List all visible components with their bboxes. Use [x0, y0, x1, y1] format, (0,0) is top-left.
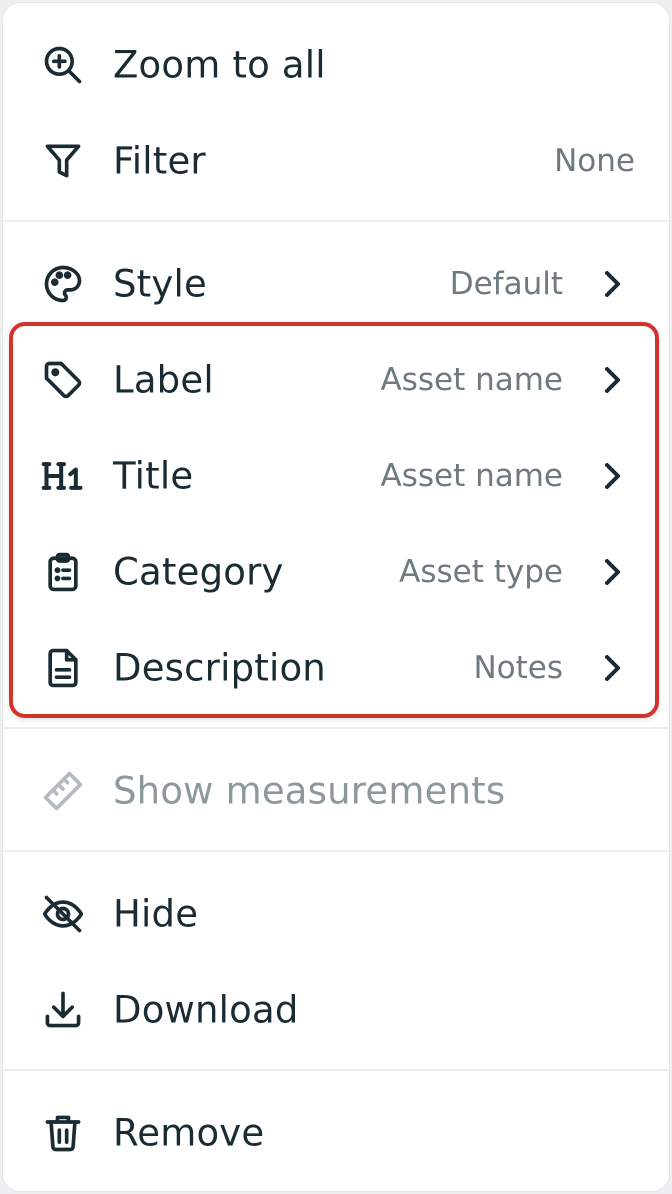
divider	[3, 727, 669, 729]
document-icon	[41, 646, 85, 690]
menu-item-show-measurements: Show measurements	[3, 743, 669, 839]
menu-item-label: Zoom to all	[113, 43, 326, 87]
menu-item-label: Category	[113, 550, 284, 594]
menu-item-label: Download	[113, 988, 299, 1032]
divider	[3, 1069, 669, 1071]
menu-item-label: Title	[113, 454, 194, 498]
menu-item-label: Show measurements	[113, 769, 506, 813]
menu-item-label-setting[interactable]: Label Asset name	[3, 332, 669, 428]
chevron-right-icon	[599, 365, 625, 395]
menu-item-title[interactable]: Title Asset name	[3, 428, 669, 524]
tag-icon	[41, 358, 85, 402]
menu-item-description[interactable]: Description Notes	[3, 620, 669, 716]
menu-item-label: Filter	[113, 139, 206, 183]
heading-h1-icon	[41, 454, 85, 498]
zoom-in-icon	[41, 43, 85, 87]
eye-off-icon	[41, 892, 85, 936]
filter-icon	[41, 139, 85, 183]
download-icon	[41, 988, 85, 1032]
menu-item-label: Style	[113, 262, 207, 306]
title-value: Asset name	[380, 458, 563, 494]
ruler-icon	[41, 769, 85, 813]
menu-item-label: Label	[113, 358, 214, 402]
chevron-right-icon	[599, 269, 625, 299]
menu-item-remove[interactable]: Remove	[3, 1085, 669, 1181]
menu-item-hide[interactable]: Hide	[3, 866, 669, 962]
palette-icon	[41, 262, 85, 306]
chevron-right-icon	[599, 557, 625, 587]
context-menu: Zoom to all Filter None Style Default La…	[2, 2, 670, 1192]
chevron-right-icon	[599, 653, 625, 683]
clipboard-list-icon	[41, 550, 85, 594]
menu-item-category[interactable]: Category Asset type	[3, 524, 669, 620]
menu-item-label: Description	[113, 646, 326, 690]
filter-value: None	[554, 143, 635, 179]
divider	[3, 220, 669, 222]
style-value: Default	[449, 266, 563, 302]
menu-item-label: Hide	[113, 892, 199, 936]
description-value: Notes	[473, 650, 563, 686]
divider	[3, 850, 669, 852]
menu-item-download[interactable]: Download	[3, 962, 669, 1058]
menu-item-style[interactable]: Style Default	[3, 236, 669, 332]
label-value: Asset name	[380, 362, 563, 398]
category-value: Asset type	[399, 554, 563, 590]
chevron-right-icon	[599, 461, 625, 491]
menu-item-label: Remove	[113, 1111, 265, 1155]
trash-icon	[41, 1111, 85, 1155]
menu-item-filter[interactable]: Filter None	[3, 113, 669, 209]
menu-item-zoom-to-all[interactable]: Zoom to all	[3, 17, 669, 113]
